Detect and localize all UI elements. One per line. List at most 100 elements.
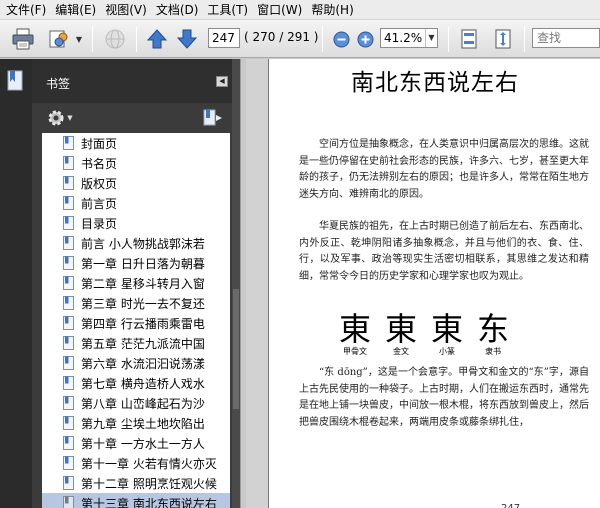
bookmark-page-icon: [63, 476, 74, 490]
toolbar-divider: [448, 26, 449, 52]
glyph-evolution-figure: 東 甲骨文 東 金文 東 小篆 东 隶书: [333, 311, 573, 361]
bookmark-item[interactable]: 第七章 横舟造桥人戏水: [42, 373, 230, 393]
new-bookmark-icon[interactable]: [202, 108, 224, 128]
chevron-down-icon[interactable]: ▼: [425, 29, 437, 47]
glyph-seal: 東 小篆: [430, 310, 463, 356]
zoom-value: 41.2%: [384, 31, 423, 45]
bookmark-page-icon: [63, 376, 74, 390]
gear-icon[interactable]: [46, 108, 66, 128]
bookmark-label: 前言 小人物挑战郭沫若: [81, 236, 205, 251]
bookmark-scrollbar[interactable]: [232, 59, 240, 508]
menu-document[interactable]: 文档(D): [154, 0, 206, 20]
page-number: 247: [501, 503, 520, 508]
bookmark-page-icon: [63, 396, 74, 410]
bookmark-page-icon: [63, 456, 74, 470]
toolbar-divider: [92, 26, 93, 52]
bookmark-label: 第十三章 南北东西说左右: [81, 496, 217, 508]
menu-file[interactable]: 文件(F): [4, 0, 53, 20]
bookmark-item[interactable]: 目录页: [42, 213, 230, 233]
bookmark-label: 封面页: [81, 136, 118, 151]
previous-page-icon[interactable]: [146, 28, 168, 50]
menu-edit[interactable]: 编辑(E): [53, 0, 103, 20]
fit-width-icon[interactable]: [492, 28, 514, 50]
bookmark-item[interactable]: 第十章 一方水土一方人: [42, 433, 230, 453]
bookmark-label: 版权页: [81, 176, 118, 191]
bookmark-item[interactable]: 封面页: [42, 133, 230, 153]
zoom-select[interactable]: 41.2% ▼: [380, 28, 438, 48]
scrollbar-thumb[interactable]: [233, 289, 239, 409]
bookmark-label: 前言页: [81, 196, 118, 211]
print-icon[interactable]: [10, 27, 36, 51]
search-input[interactable]: 查找: [532, 28, 600, 48]
bookmark-item[interactable]: 第十二章 照明烹饪观火候: [42, 473, 230, 493]
chevron-down-icon[interactable]: ▼: [66, 113, 74, 123]
bookmark-page-icon: [63, 176, 74, 190]
navigation-strip: [0, 59, 32, 508]
fit-page-icon[interactable]: [458, 28, 480, 50]
bookmark-item[interactable]: 前言 小人物挑战郭沫若: [42, 233, 230, 253]
bookmark-page-icon: [63, 436, 74, 450]
bookmark-label: 第七章 横舟造桥人戏水: [81, 376, 205, 391]
bookmark-page-icon: [63, 336, 74, 350]
bookmark-item[interactable]: 书名页: [42, 153, 230, 173]
bookmark-page-icon: [63, 216, 74, 230]
collaborate-icon[interactable]: [46, 27, 72, 51]
bookmark-label: 第八章 山峦峰起石为沙: [81, 396, 205, 411]
bookmark-page-icon: [63, 236, 74, 250]
bookmark-label: 第十二章 照明烹饪观火候: [81, 476, 217, 491]
bookmark-label: 第五章 茫茫九派流中国: [81, 336, 205, 351]
page-number-input[interactable]: 247: [208, 28, 240, 48]
bookmark-list: 封面页书名页版权页前言页目录页前言 小人物挑战郭沫若 第一章 日升日落为朝暮 第二章…: [42, 133, 230, 508]
toolbar-divider: [136, 26, 137, 52]
bookmark-item[interactable]: 第六章 水流汩汩说荡漾: [42, 353, 230, 373]
bookmark-page-icon: [63, 356, 74, 370]
pdf-reader-window: 文件(F) 编辑(E) 视图(V) 文档(D) 工具(T) 窗口(W) 帮助(H…: [0, 0, 600, 508]
bookmarks-tab-icon[interactable]: [5, 69, 27, 93]
bookmark-item[interactable]: 第八章 山峦峰起石为沙: [42, 393, 230, 413]
bookmark-label: 第四章 行云播雨乘雷电: [81, 316, 205, 331]
bookmark-page-icon: [63, 496, 74, 508]
document-view: 南北东西说左右 空间方位是抽象概念，在人类意识中归属高层次的思维。这就是一些仍停…: [246, 59, 600, 508]
paragraph: “东 dōng”，这是一个会意字。甲骨文和金文的“东”字，源自上古先民使用的一种…: [299, 367, 589, 428]
bookmark-label: 第六章 水流汩汩说荡漾: [81, 356, 205, 371]
bookmark-item[interactable]: 第三章 时光一去不复还: [42, 293, 230, 313]
bookmark-label: 第十章 一方水土一方人: [81, 436, 205, 451]
menu-help[interactable]: 帮助(H): [309, 0, 360, 20]
bookmark-page-icon: [63, 316, 74, 330]
bookmark-item[interactable]: 第四章 行云播雨乘雷电: [42, 313, 230, 333]
bookmark-item[interactable]: 第十三章 南北东西说左右: [42, 493, 230, 508]
zoom-in-icon[interactable]: [356, 30, 374, 48]
bookmark-label: 第一章 日升日落为朝暮: [81, 256, 205, 271]
panel-title: 书签: [46, 77, 71, 91]
bookmark-label: 书名页: [81, 156, 118, 171]
bookmark-item[interactable]: 前言页: [42, 193, 230, 213]
bookmark-item[interactable]: 第五章 茫茫九派流中国: [42, 333, 230, 353]
bookmark-page-icon: [63, 296, 74, 310]
bookmark-page-icon: [63, 416, 74, 430]
bookmark-page-icon: [63, 196, 74, 210]
collapse-panel-button[interactable]: ◀: [216, 76, 228, 87]
bookmark-item[interactable]: 第二章 星移斗转月入窗: [42, 273, 230, 293]
bookmark-label: 第二章 星移斗转月入窗: [81, 276, 205, 291]
bookmark-label: 目录页: [81, 216, 118, 231]
next-page-icon[interactable]: [176, 28, 198, 50]
menu-window[interactable]: 窗口(W): [255, 0, 309, 20]
glyph-clerical: 东 隶书: [476, 310, 509, 356]
bookmark-item[interactable]: 版权页: [42, 173, 230, 193]
zoom-out-icon[interactable]: [332, 30, 350, 48]
panel-header: 书签 ◀: [32, 59, 232, 103]
bookmark-page-icon: [63, 276, 74, 290]
bookmark-item[interactable]: 第九章 尘埃土地坎陷出: [42, 413, 230, 433]
bookmark-item[interactable]: 第一章 日升日落为朝暮: [42, 253, 230, 273]
glyph-bronze: 東 金文: [384, 310, 417, 356]
bookmark-item[interactable]: 第十一章 火若有情火亦灭: [42, 453, 230, 473]
menu-tools[interactable]: 工具(T): [205, 0, 255, 20]
chevron-down-icon[interactable]: ▼: [74, 32, 84, 46]
menu-view[interactable]: 视图(V): [103, 0, 154, 20]
bookmark-page-icon: [63, 256, 74, 270]
toolbar-divider: [322, 26, 323, 52]
bookmark-page-icon: [63, 136, 74, 150]
paragraph: 华夏民族的祖先，在上古时期已创造了前后左右、东西南北、内外反正、乾坤阴阳诸多抽象…: [299, 221, 589, 282]
bookmark-label: 第三章 时光一去不复还: [81, 296, 205, 311]
globe-icon: [102, 27, 128, 51]
